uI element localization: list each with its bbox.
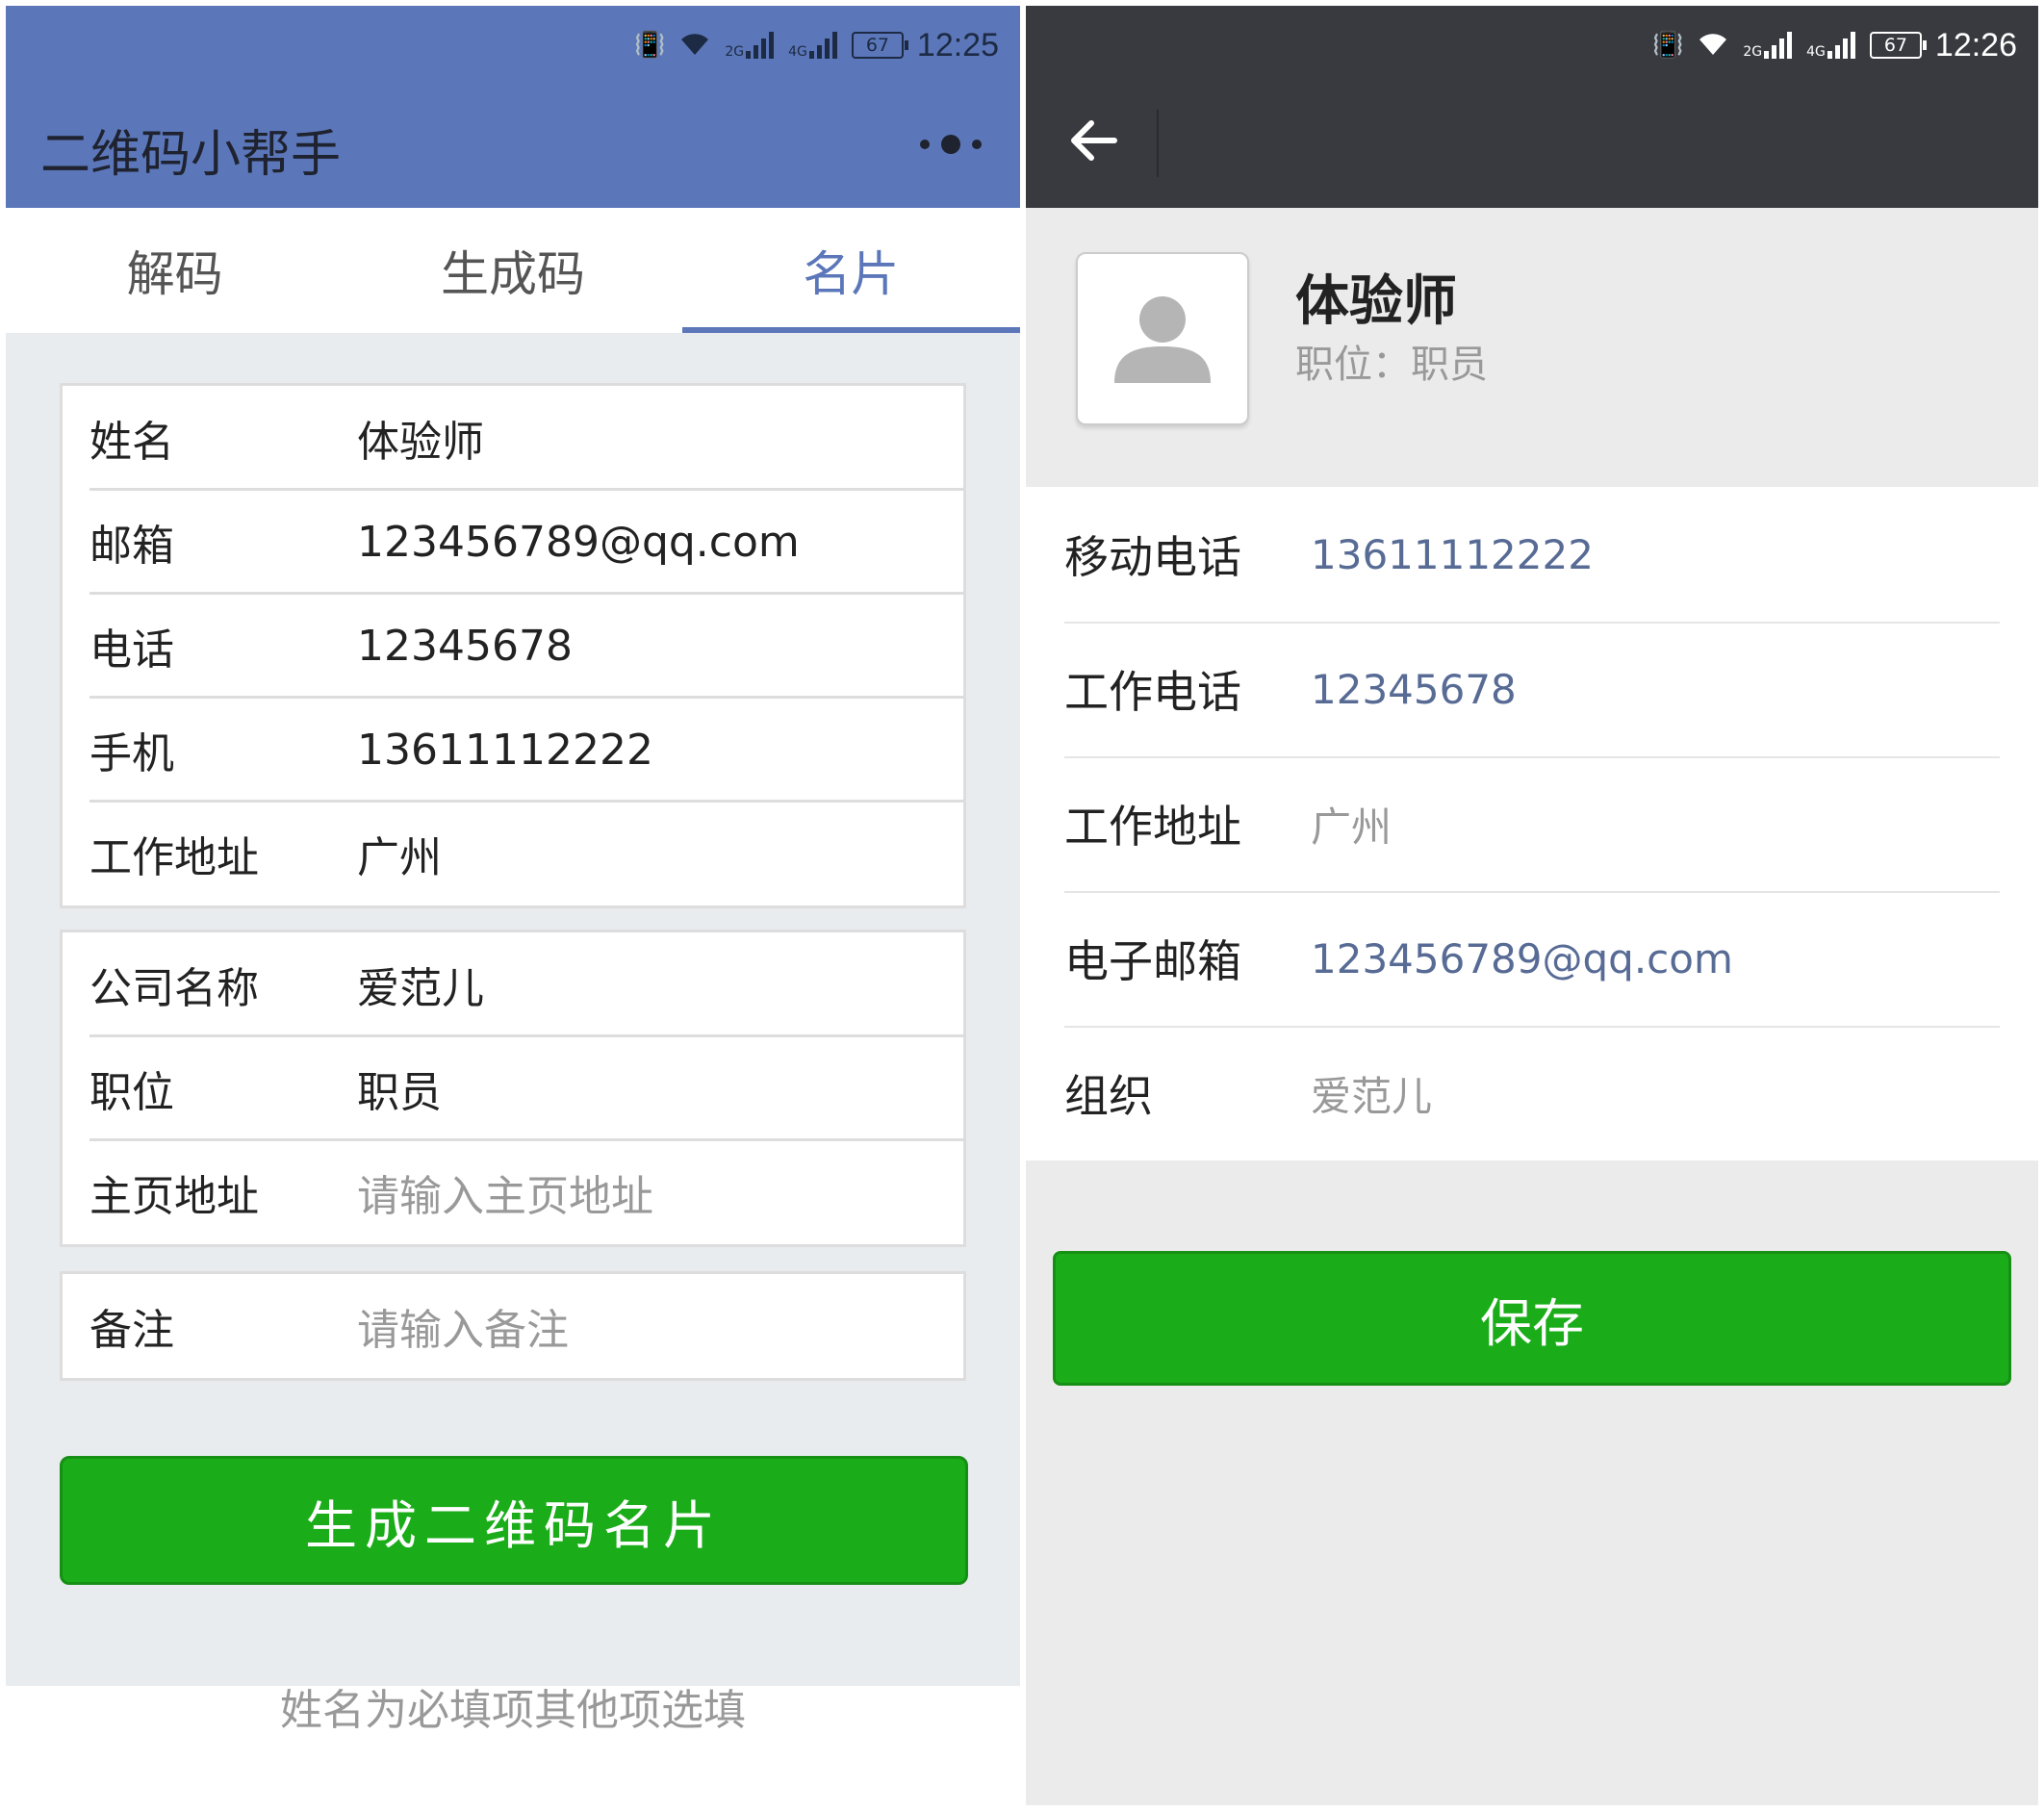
profile-position-value: 职员 (1411, 343, 1488, 387)
notes-row: 备注 请输入备注 (63, 1274, 963, 1378)
signal-icon: 2G (1743, 32, 1793, 59)
name-label: 姓名 (89, 418, 174, 467)
header-divider (1157, 110, 1159, 177)
mobile-field[interactable]: 13611112222 (357, 726, 653, 775)
email-label: 电子邮箱 (1064, 935, 1241, 987)
work-address-value: 广州 (1311, 803, 1392, 851)
required-hint: 姓名为必填项其他项选填 (280, 1686, 746, 1735)
company-form-group: 公司名称 爱范儿 职位 职员 主页地址 请输入主页地址 (60, 930, 966, 1247)
email-row: 邮箱 123456789@qq.com (63, 488, 963, 594)
homepage-row: 主页地址 请输入主页地址 (63, 1138, 963, 1244)
position-label: 职位 (89, 1068, 174, 1117)
contact-info-list: 移动电话 13611112222 工作电话 12345678 工作地址 广州 电… (1026, 487, 2038, 1161)
contact-preview-screen: 📳 2G 4G 67 12:26 体验师 职位： 职员 移动电话 1361111… (1026, 6, 2038, 1805)
tab-business-card[interactable]: 名片 (681, 208, 1021, 333)
tab-generate[interactable]: 生成码 (344, 208, 681, 333)
email-label: 邮箱 (89, 522, 174, 571)
network-type-a: 2G (1743, 44, 1763, 60)
tab-bar: 解码 生成码 名片 (6, 208, 1021, 333)
network-type-a: 2G (725, 44, 745, 60)
signal-icon: 4G (1806, 32, 1856, 59)
generate-qr-card-button[interactable]: 生成二维码名片 (60, 1456, 968, 1585)
work-address-field[interactable]: 广州 (357, 823, 442, 884)
signal-icon: 4G (788, 32, 838, 59)
profile-position-label: 职位： (1295, 343, 1411, 387)
work-address-row: 工作地址 广州 (63, 800, 963, 906)
notes-form-group: 备注 请输入备注 (60, 1271, 966, 1381)
app-header: 📳 2G 4G 67 12:25 二维码小帮手 (6, 6, 1020, 208)
name-field[interactable]: 体验师 (357, 407, 484, 469)
more-dot (920, 140, 930, 149)
homepage-field[interactable]: 请输入主页地址 (357, 1161, 653, 1223)
more-dot (972, 140, 982, 149)
save-button[interactable]: 保存 (1053, 1251, 2011, 1386)
tab-decode[interactable]: 解码 (6, 208, 344, 333)
list-item: 工作地址 广州 (1026, 756, 2038, 891)
battery-icon: 67 (1869, 32, 1927, 59)
wifi-icon (678, 30, 711, 62)
list-item: 电子邮箱 123456789@qq.com (1026, 891, 2038, 1026)
name-row: 姓名 体验师 (63, 386, 963, 490)
mobile-phone-link[interactable]: 13611112222 (1311, 531, 1594, 578)
contact-form-group: 姓名 体验师 邮箱 123456789@qq.com 电话 12345678 手… (60, 383, 966, 908)
work-address-label: 工作地址 (1064, 801, 1241, 853)
preview-header: 📳 2G 4G 67 12:26 (1026, 6, 2038, 208)
notes-field[interactable]: 请输入备注 (357, 1295, 569, 1357)
vibrate-icon: 📳 (634, 31, 666, 60)
network-type-b: 4G (1806, 44, 1826, 60)
network-type-b: 4G (788, 44, 807, 60)
mobile-label: 手机 (89, 729, 174, 778)
profile-summary: 体验师 职位： 职员 (1026, 208, 2038, 487)
battery-icon: 67 (851, 32, 908, 59)
status-time: 12:25 (916, 26, 999, 64)
wifi-icon (1697, 30, 1729, 62)
profile-name: 体验师 (1295, 270, 1457, 333)
card-form-screen: 📳 2G 4G 67 12:25 二维码小帮手 解码 生成码 名片 姓名 体验师… (6, 6, 1021, 1735)
profile-position: 职位： 职员 (1295, 333, 1488, 389)
position-field[interactable]: 职员 (357, 1058, 442, 1119)
company-row: 公司名称 爱范儿 (63, 932, 963, 1036)
notes-label: 备注 (89, 1306, 174, 1355)
phone-row: 电话 12345678 (63, 592, 963, 698)
phone-field[interactable]: 12345678 (357, 622, 573, 671)
list-item: 组织 爱范儿 (1026, 1026, 2038, 1161)
work-phone-label: 工作电话 (1064, 666, 1241, 718)
email-field[interactable]: 123456789@qq.com (357, 518, 800, 567)
position-row: 职位 职员 (63, 1034, 963, 1140)
work-phone-link[interactable]: 12345678 (1311, 666, 1517, 713)
company-label: 公司名称 (89, 964, 259, 1013)
more-dots-icon[interactable] (920, 127, 982, 162)
email-link[interactable]: 123456789@qq.com (1311, 935, 1733, 982)
organization-value: 爱范儿 (1311, 1072, 1433, 1120)
company-field[interactable]: 爱范儿 (357, 954, 484, 1015)
mobile-row: 手机 13611112222 (63, 696, 963, 802)
homepage-label: 主页地址 (89, 1172, 259, 1221)
phone-label: 电话 (89, 625, 174, 675)
list-item: 移动电话 13611112222 (1026, 487, 2038, 622)
status-bar: 📳 2G 4G 67 12:25 (634, 23, 999, 67)
more-dot (941, 135, 960, 154)
page-title: 二维码小帮手 (40, 126, 342, 184)
status-time: 12:26 (1934, 26, 2017, 64)
list-item: 工作电话 12345678 (1026, 622, 2038, 756)
work-address-label: 工作地址 (89, 833, 259, 882)
status-bar: 📳 2G 4G 67 12:26 (1652, 23, 2017, 67)
back-arrow-icon[interactable] (1064, 112, 1122, 169)
organization-label: 组织 (1064, 1070, 1153, 1122)
signal-icon: 2G (725, 32, 775, 59)
person-avatar-icon (1076, 252, 1249, 425)
vibrate-icon: 📳 (1652, 31, 1684, 60)
mobile-phone-label: 移动电话 (1064, 531, 1241, 583)
